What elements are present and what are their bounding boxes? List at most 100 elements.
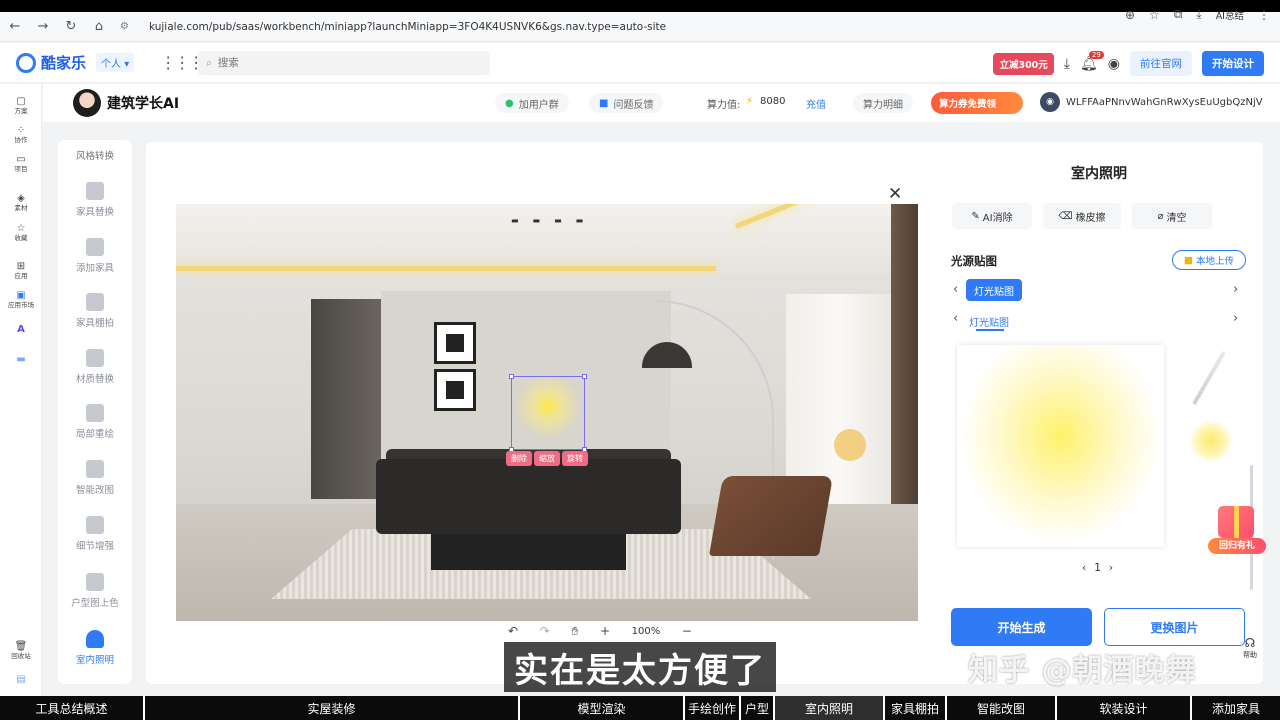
search-box[interactable]: ⌕: [198, 51, 490, 75]
rail-item-ai[interactable]: A: [0, 324, 42, 335]
rail-item-apps[interactable]: ⊞ 应用: [0, 261, 42, 280]
cursor-highlight: [834, 429, 866, 461]
address-bar[interactable]: kujiale.com/pub/saas/workbench/miniapp?l…: [149, 21, 666, 33]
extensions-icon[interactable]: ⧉: [1174, 7, 1183, 22]
undo-icon[interactable]: ↶: [508, 624, 518, 638]
download-icon[interactable]: ⤓: [1196, 7, 1201, 22]
chapter-segment[interactable]: 智能改图: [947, 696, 1057, 720]
rail-item-collab[interactable]: ⁘ 协作: [0, 125, 42, 144]
rail-item-plan[interactable]: ▢ 方案: [0, 96, 42, 115]
chapter-segment[interactable]: 家具棚拍: [885, 696, 947, 720]
forward-icon[interactable]: →: [36, 19, 50, 34]
lightning-icon: ⚡: [746, 96, 754, 107]
rail-label: 回收站: [11, 652, 31, 660]
rotate-selection-button[interactable]: 旋转: [562, 451, 588, 466]
chevron-left-icon[interactable]: ‹: [953, 282, 958, 297]
home-icon[interactable]: ⌂: [92, 19, 106, 34]
rail-item-project[interactable]: ▭ 项目: [0, 154, 42, 173]
light-map-thumb-glow[interactable]: [1190, 420, 1232, 462]
tool-local-redraw[interactable]: 局部重绘: [58, 404, 132, 440]
chapter-segment[interactable]: 模型渲染: [520, 696, 685, 720]
delete-selection-button[interactable]: 删除: [506, 451, 532, 466]
ai-erase-button[interactable]: ✎ AI消除: [952, 203, 1032, 229]
rail-item-favorites[interactable]: ☆ 收藏: [0, 223, 42, 242]
tool-add-furniture[interactable]: 添加家具: [58, 238, 132, 274]
resize-handle[interactable]: [509, 374, 514, 379]
tool-smart-edit[interactable]: 智能改图: [58, 460, 132, 496]
user-avatar-icon: ◉: [1040, 92, 1060, 112]
rail-item-extra[interactable]: ▬: [0, 354, 42, 365]
promo-badge[interactable]: 立减300元: [993, 52, 1054, 75]
start-design-button[interactable]: 开始设计: [1202, 51, 1264, 76]
download-app-icon[interactable]: ⤓: [1064, 56, 1070, 72]
site-info-icon[interactable]: ⚙: [120, 21, 129, 32]
page-next-icon[interactable]: ›: [1109, 562, 1113, 574]
zoom-icon[interactable]: ⊕: [1125, 8, 1135, 22]
official-site-button[interactable]: 前往官网: [1130, 51, 1192, 76]
chapter-segment[interactable]: 软装设计: [1057, 696, 1192, 720]
apps-grid-icon[interactable]: ⋮⋮⋮: [160, 53, 204, 72]
compute-detail-button[interactable]: 算力明细: [853, 93, 913, 113]
kujiale-logo[interactable]: 酷家乐: [16, 52, 86, 73]
headset-icon: ☊: [1244, 636, 1256, 650]
eraser-button[interactable]: ⌫ 橡皮擦: [1043, 203, 1121, 229]
tool-interior-lighting[interactable]: 室内照明: [58, 630, 132, 666]
rail-item-trash[interactable]: 🗑︎ 回收站: [0, 641, 42, 660]
tool-furniture-replace[interactable]: 家具替换: [58, 182, 132, 218]
scale-selection-button[interactable]: 缩放: [534, 451, 560, 466]
tool-furniture-shoot[interactable]: 家具棚拍: [58, 293, 132, 329]
room-image[interactable]: ▬▬▬▬ 删除 缩放 旋转: [176, 204, 918, 621]
apps-icon: ⊞: [16, 261, 26, 272]
start-generate-button[interactable]: 开始生成: [951, 608, 1092, 646]
chapter-segment[interactable]: 室内照明: [775, 696, 885, 720]
hand-pan-icon[interactable]: ✋︎: [571, 624, 578, 639]
recharge-link[interactable]: 充值: [806, 96, 826, 111]
light-map-preview[interactable]: [957, 345, 1164, 547]
selection-toolbar: 删除 缩放 旋转: [506, 451, 588, 466]
back-icon[interactable]: ←: [8, 19, 22, 34]
rail-item-settings[interactable]: ▤: [0, 674, 42, 685]
zoom-in-icon[interactable]: +: [600, 624, 610, 638]
coupon-button[interactable]: 算力券免费领: [931, 92, 1023, 114]
subcategory-tab[interactable]: 灯光贴图: [969, 314, 1009, 329]
avatar-robot-icon[interactable]: ◉: [1108, 56, 1120, 72]
resize-handle[interactable]: [582, 374, 587, 379]
chevron-right-icon[interactable]: ›: [1233, 311, 1238, 326]
close-icon[interactable]: ✕: [888, 184, 902, 204]
redo-icon[interactable]: ↷: [540, 624, 550, 638]
chapter-segment[interactable]: 工具总结概述: [0, 696, 145, 720]
persona-switch[interactable]: 个人 ▾: [96, 53, 135, 72]
bookmark-star-icon[interactable]: ☆: [1149, 8, 1160, 22]
join-group-button[interactable]: ● 加用户群: [495, 93, 569, 113]
chapter-segment[interactable]: 添加家具: [1192, 696, 1280, 720]
page-number: 1: [1094, 562, 1101, 574]
light-selection-box[interactable]: [509, 374, 587, 452]
bell-icon[interactable]: 🔔︎ 29: [1080, 50, 1104, 72]
return-gift-widget[interactable]: 回归有礼: [1208, 502, 1266, 554]
tool-floorplan-color[interactable]: 户型图上色: [58, 573, 132, 609]
local-upload-button[interactable]: ■ 本地上传: [1172, 250, 1246, 270]
search-input[interactable]: [217, 57, 458, 69]
user-profile[interactable]: ◉ WLFFAaPNnvWahGnRwXysEuUgbQzNjV: [1040, 92, 1263, 112]
chevron-right-icon[interactable]: ›: [1233, 282, 1238, 297]
clear-button[interactable]: ⌀ 清空: [1132, 203, 1212, 229]
zoom-out-icon[interactable]: −: [682, 624, 692, 638]
chapter-segment[interactable]: 手绘创作: [685, 696, 741, 720]
reload-icon[interactable]: ↻: [64, 19, 78, 34]
ai-summary-button[interactable]: AI总结: [1216, 8, 1244, 22]
rail-item-material[interactable]: ◈ 素材: [0, 193, 42, 212]
chapter-segment[interactable]: 户型: [741, 696, 775, 720]
tool-detail-enhance[interactable]: 细节增强: [58, 516, 132, 552]
rail-item-market[interactable]: ▣ 应用市场: [0, 290, 42, 309]
chevron-left-icon[interactable]: ‹: [953, 311, 958, 326]
replace-image-button[interactable]: 更换图片: [1104, 608, 1245, 646]
folder-icon: ▭: [16, 154, 26, 165]
page-prev-icon[interactable]: ‹: [1082, 562, 1086, 574]
help-button[interactable]: ☊ 帮助: [1236, 636, 1264, 660]
tool-section-title[interactable]: 风格转换: [58, 148, 132, 162]
tool-material-replace[interactable]: 材质替换: [58, 349, 132, 385]
menu-dots-icon[interactable]: ⋮: [1258, 8, 1270, 22]
category-tag-active[interactable]: 灯光贴图: [966, 279, 1022, 301]
feedback-button[interactable]: ■ 问题反馈: [589, 93, 664, 113]
chapter-segment[interactable]: 实屋装修: [145, 696, 520, 720]
